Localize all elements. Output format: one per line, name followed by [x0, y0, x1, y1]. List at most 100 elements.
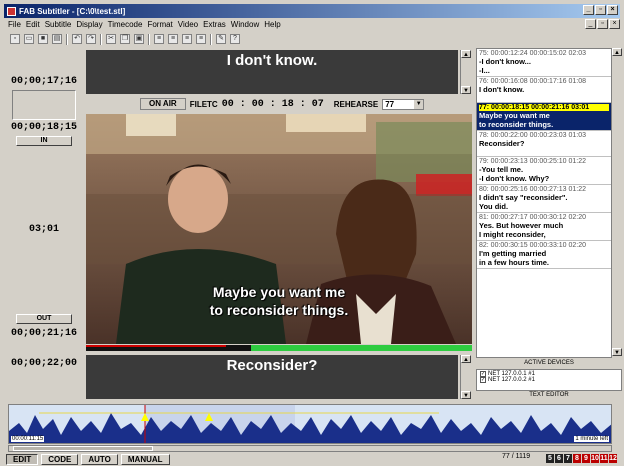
page-button[interactable]: 12 — [609, 454, 617, 463]
scroll-up-icon[interactable]: ▲ — [612, 48, 622, 56]
page-button[interactable]: 10 — [591, 454, 599, 463]
scroll-down-icon[interactable]: ▼ — [461, 391, 471, 399]
next-subtitle-box[interactable]: Reconsider? — [86, 355, 458, 399]
checkbox-checked-icon[interactable]: ✓ — [480, 377, 486, 383]
options-icon[interactable]: ✎ — [216, 34, 226, 44]
manual-mode-button[interactable]: MANUAL — [120, 453, 170, 465]
in-timecode: 00;00;18;15 — [10, 122, 77, 133]
chevron-down-icon[interactable]: ▼ — [414, 99, 424, 109]
print-icon[interactable]: ▤ — [52, 34, 62, 44]
current-timecode: 00;00;17;16 — [10, 76, 77, 87]
scroll-up-icon[interactable]: ▲ — [461, 50, 471, 58]
subtitle-list-item[interactable]: 78: 00:00:22:00 00:00:23:03 01:03 Recons… — [477, 131, 611, 157]
out-button[interactable]: OUT — [16, 314, 72, 324]
open-folder-icon[interactable]: ▭ — [24, 34, 34, 44]
toolbar-separator — [148, 33, 150, 45]
rehearse-label: REHEARSE — [333, 99, 379, 109]
subtitle-list: 75: 00:00:12:24 00:00:15:02 02:03 -I don… — [476, 48, 612, 358]
cut-icon[interactable]: ✂ — [106, 34, 116, 44]
duration-display: 03;01 — [28, 224, 59, 235]
subtitle-item-line-1: Maybe you want me — [479, 111, 550, 120]
page-button[interactable]: 8 — [573, 454, 581, 463]
scroll-down-icon[interactable]: ▼ — [461, 86, 471, 94]
scroll-up-icon[interactable]: ▲ — [461, 355, 471, 363]
waveform-graphic — [9, 405, 611, 443]
subtitle-list-item[interactable]: 79: 00:00:23:13 00:00:25:10 01:22 -You t… — [477, 157, 611, 185]
align-center-icon[interactable]: ≡ — [168, 34, 178, 44]
subtitle-item-line-1: -You tell me. — [479, 165, 524, 174]
status-row: ON AIR FILETC 00 : 00 : 18 : 07 REHEARSE… — [140, 98, 425, 110]
scroll-down-icon[interactable]: ▼ — [612, 348, 622, 356]
subtitle-overlay-line-1: Maybe you want me — [212, 284, 346, 300]
subtitle-list-item[interactable]: 80: 00:00:25:16 00:00:27:13 01:22 I didn… — [477, 185, 611, 213]
close-icon[interactable]: × — [607, 5, 618, 15]
doc-restore-icon[interactable]: ▫ — [597, 19, 608, 29]
menu-extras[interactable]: Extras — [203, 20, 226, 29]
new-file-icon[interactable]: ▫ — [10, 34, 20, 44]
redo-icon[interactable]: ↷ — [86, 34, 96, 44]
code-mode-button[interactable]: CODE — [41, 453, 79, 465]
text-editor-label[interactable]: TEXT EDITOR — [476, 392, 622, 401]
in-button[interactable]: IN — [16, 136, 72, 146]
page-number-buttons: 5 6 7 8 9 10 11 12 — [546, 454, 617, 463]
menu-subtitle[interactable]: Subtitle — [45, 20, 72, 29]
align-left-icon[interactable]: ≡ — [154, 34, 164, 44]
previous-subtitle-box[interactable]: I don't know. — [86, 50, 458, 94]
menu-video[interactable]: Video — [178, 20, 198, 29]
help-icon[interactable]: ? — [230, 34, 240, 44]
page-button[interactable]: 9 — [582, 454, 590, 463]
device-label: NET 127.0.0.2 #1 — [488, 377, 535, 383]
menu-format[interactable]: Format — [147, 20, 172, 29]
subtitle-list-item-selected[interactable]: 77: 00:00:18:15 00:00:21:16 03:01 Maybe … — [477, 103, 611, 131]
subtitle-item-line-2: -I don't know. Why? — [479, 174, 550, 183]
menu-edit[interactable]: Edit — [26, 20, 40, 29]
subtitle-list-item[interactable]: 75: 00:00:12:24 00:00:15:02 02:03 -I don… — [477, 49, 611, 77]
subtitle-list-item[interactable]: 81: 00:00:27:17 00:00:30:12 02:20 Yes. B… — [477, 213, 611, 241]
subtitle-item-header: 79: 00:00:23:13 00:00:25:10 01:22 — [479, 158, 587, 165]
menu-window[interactable]: Window — [231, 20, 259, 29]
toolbar-separator — [66, 33, 68, 45]
minimize-icon[interactable]: _ — [583, 5, 594, 15]
waveform-scrollbar[interactable] — [8, 445, 612, 452]
waveform-remaining: 1 minute left — [574, 436, 609, 442]
on-air-indicator[interactable]: ON AIR — [140, 98, 186, 110]
subtitle-list-item[interactable]: 82: 00:00:30:15 00:00:33:10 02:20 I'm ge… — [477, 241, 611, 269]
page-button[interactable]: 5 — [546, 454, 554, 463]
page-button[interactable]: 11 — [600, 454, 608, 463]
scrollbar-thumb[interactable] — [13, 446, 153, 451]
subtitle-item-line-2: in a few hours time. — [479, 258, 550, 267]
next-subtitle-scrollbar[interactable]: ▲ ▼ — [460, 355, 471, 399]
window-title: FAB Subtitler - [C:\0\test.stl] — [19, 6, 126, 16]
subtitle-counter: 77 / 1119 — [502, 453, 531, 460]
menu-timecode[interactable]: Timecode — [108, 20, 143, 29]
menu-help[interactable]: Help — [264, 20, 280, 29]
title-bar: FAB Subtitler - [C:\0\test.stl] _ ▫ × — [4, 4, 620, 18]
restore-icon[interactable]: ▫ — [595, 5, 606, 15]
subtitle-list-scrollbar[interactable]: ▲ ▼ — [612, 48, 622, 358]
doc-minimize-icon[interactable]: _ — [585, 19, 596, 29]
auto-mode-button[interactable]: AUTO — [81, 453, 118, 465]
rehearse-select[interactable]: 77 ▼ — [382, 98, 425, 110]
playback-progress-bar[interactable] — [86, 345, 472, 351]
page-button[interactable]: 7 — [564, 454, 572, 463]
copy-icon[interactable]: ❐ — [120, 34, 130, 44]
video-preview[interactable]: Maybe you want me to reconsider things. — [86, 114, 472, 344]
audio-waveform[interactable]: 00:00:11:15 1 minute left — [8, 404, 612, 444]
justify-icon[interactable]: ≡ — [196, 34, 206, 44]
align-right-icon[interactable]: ≡ — [182, 34, 192, 44]
undo-icon[interactable]: ↶ — [72, 34, 82, 44]
previous-subtitle-text: I don't know. — [226, 52, 318, 69]
previous-subtitle-scrollbar[interactable]: ▲ ▼ — [460, 50, 471, 94]
doc-close-icon[interactable]: × — [609, 19, 620, 29]
subtitle-item-line-1: I didn't say "reconsider". — [479, 193, 568, 202]
menu-display[interactable]: Display — [76, 20, 102, 29]
toolbar-separator — [100, 33, 102, 45]
paste-icon[interactable]: ▣ — [134, 34, 144, 44]
page-button[interactable]: 6 — [555, 454, 563, 463]
save-icon[interactable]: ■ — [38, 34, 48, 44]
device-item[interactable]: ✓ NET 127.0.0.2 #1 — [480, 377, 618, 383]
edit-mode-button[interactable]: EDIT — [6, 453, 39, 465]
scrollbar-track: ▲ ▼ — [612, 48, 622, 358]
menu-file[interactable]: File — [8, 20, 21, 29]
subtitle-list-item[interactable]: 76: 00:00:16:08 00:00:17:16 01:08 I don'… — [477, 77, 611, 103]
